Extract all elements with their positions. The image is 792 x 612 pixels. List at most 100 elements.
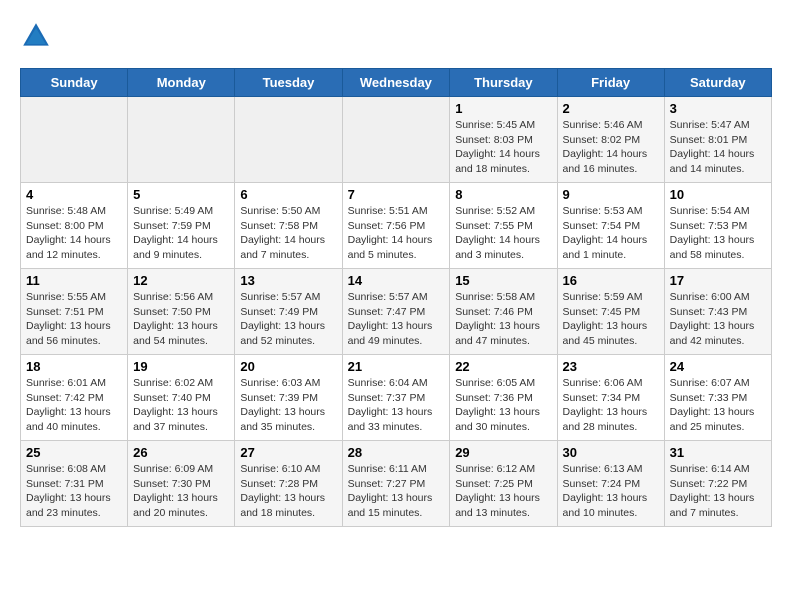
calendar-cell: 23 Sunrise: 6:06 AM Sunset: 7:34 PM Dayli… <box>557 355 664 441</box>
day-info: Sunrise: 6:06 AM Sunset: 7:34 PM Dayligh… <box>563 376 659 435</box>
weekday-header-friday: Friday <box>557 69 664 97</box>
day-number: 17 <box>670 273 766 288</box>
calendar-cell: 18 Sunrise: 6:01 AM Sunset: 7:42 PM Dayli… <box>21 355 128 441</box>
weekday-header-thursday: Thursday <box>450 69 557 97</box>
day-number: 2 <box>563 101 659 116</box>
day-info: Sunrise: 5:57 AM Sunset: 7:47 PM Dayligh… <box>348 290 445 349</box>
weekday-header-row: SundayMondayTuesdayWednesdayThursdayFrid… <box>21 69 772 97</box>
logo-icon <box>20 20 52 52</box>
calendar-cell: 2 Sunrise: 5:46 AM Sunset: 8:02 PM Daylig… <box>557 97 664 183</box>
day-info: Sunrise: 5:52 AM Sunset: 7:55 PM Dayligh… <box>455 204 551 263</box>
day-number: 10 <box>670 187 766 202</box>
week-row-5: 25Sunrise: 6:08 AM Sunset: 7:31 PM Dayli… <box>21 441 772 527</box>
calendar-cell: 21 Sunrise: 6:04 AM Sunset: 7:37 PM Dayli… <box>342 355 450 441</box>
day-info: Sunrise: 6:10 AM Sunset: 7:28 PM Dayligh… <box>240 462 336 521</box>
day-number: 5 <box>133 187 229 202</box>
logo <box>20 20 56 52</box>
calendar-cell: 24Sunrise: 6:07 AM Sunset: 7:33 PM Dayli… <box>664 355 771 441</box>
calendar-cell: 11Sunrise: 5:55 AM Sunset: 7:51 PM Dayli… <box>21 269 128 355</box>
day-number: 16 <box>563 273 659 288</box>
calendar-cell: 9 Sunrise: 5:53 AM Sunset: 7:54 PM Daylig… <box>557 183 664 269</box>
day-number: 18 <box>26 359 122 374</box>
calendar-cell: 16 Sunrise: 5:59 AM Sunset: 7:45 PM Dayli… <box>557 269 664 355</box>
day-number: 3 <box>670 101 766 116</box>
day-info: Sunrise: 6:11 AM Sunset: 7:27 PM Dayligh… <box>348 462 445 521</box>
calendar-table: SundayMondayTuesdayWednesdayThursdayFrid… <box>20 68 772 527</box>
day-number: 24 <box>670 359 766 374</box>
week-row-3: 11Sunrise: 5:55 AM Sunset: 7:51 PM Dayli… <box>21 269 772 355</box>
calendar-cell: 20Sunrise: 6:03 AM Sunset: 7:39 PM Dayli… <box>235 355 342 441</box>
day-info: Sunrise: 5:56 AM Sunset: 7:50 PM Dayligh… <box>133 290 229 349</box>
day-info: Sunrise: 5:49 AM Sunset: 7:59 PM Dayligh… <box>133 204 229 263</box>
day-info: Sunrise: 5:45 AM Sunset: 8:03 PM Dayligh… <box>455 118 551 177</box>
day-info: Sunrise: 6:12 AM Sunset: 7:25 PM Dayligh… <box>455 462 551 521</box>
week-row-2: 4 Sunrise: 5:48 AM Sunset: 8:00 PM Daylig… <box>21 183 772 269</box>
day-info: Sunrise: 6:05 AM Sunset: 7:36 PM Dayligh… <box>455 376 551 435</box>
day-info: Sunrise: 5:53 AM Sunset: 7:54 PM Dayligh… <box>563 204 659 263</box>
calendar-cell: 29 Sunrise: 6:12 AM Sunset: 7:25 PM Dayli… <box>450 441 557 527</box>
weekday-header-sunday: Sunday <box>21 69 128 97</box>
calendar-cell: 8Sunrise: 5:52 AM Sunset: 7:55 PM Daylig… <box>450 183 557 269</box>
day-info: Sunrise: 6:02 AM Sunset: 7:40 PM Dayligh… <box>133 376 229 435</box>
day-number: 29 <box>455 445 551 460</box>
calendar-cell: 1 Sunrise: 5:45 AM Sunset: 8:03 PM Daylig… <box>450 97 557 183</box>
calendar-cell: 10 Sunrise: 5:54 AM Sunset: 7:53 PM Dayli… <box>664 183 771 269</box>
day-info: Sunrise: 6:01 AM Sunset: 7:42 PM Dayligh… <box>26 376 122 435</box>
calendar-cell: 7 Sunrise: 5:51 AM Sunset: 7:56 PM Daylig… <box>342 183 450 269</box>
day-number: 6 <box>240 187 336 202</box>
day-number: 15 <box>455 273 551 288</box>
day-info: Sunrise: 6:13 AM Sunset: 7:24 PM Dayligh… <box>563 462 659 521</box>
day-number: 25 <box>26 445 122 460</box>
day-info: Sunrise: 5:47 AM Sunset: 8:01 PM Dayligh… <box>670 118 766 177</box>
day-number: 4 <box>26 187 122 202</box>
day-info: Sunrise: 6:03 AM Sunset: 7:39 PM Dayligh… <box>240 376 336 435</box>
calendar-cell: 12 Sunrise: 5:56 AM Sunset: 7:50 PM Dayli… <box>128 269 235 355</box>
calendar-cell: 6 Sunrise: 5:50 AM Sunset: 7:58 PM Daylig… <box>235 183 342 269</box>
day-info: Sunrise: 5:59 AM Sunset: 7:45 PM Dayligh… <box>563 290 659 349</box>
day-number: 22 <box>455 359 551 374</box>
day-number: 23 <box>563 359 659 374</box>
day-number: 1 <box>455 101 551 116</box>
day-number: 26 <box>133 445 229 460</box>
day-number: 19 <box>133 359 229 374</box>
calendar-cell: 14 Sunrise: 5:57 AM Sunset: 7:47 PM Dayli… <box>342 269 450 355</box>
weekday-header-tuesday: Tuesday <box>235 69 342 97</box>
calendar-cell <box>21 97 128 183</box>
calendar-cell: 31 Sunrise: 6:14 AM Sunset: 7:22 PM Dayli… <box>664 441 771 527</box>
day-number: 21 <box>348 359 445 374</box>
week-row-1: 1 Sunrise: 5:45 AM Sunset: 8:03 PM Daylig… <box>21 97 772 183</box>
calendar-cell: 13 Sunrise: 5:57 AM Sunset: 7:49 PM Dayli… <box>235 269 342 355</box>
calendar-cell: 19 Sunrise: 6:02 AM Sunset: 7:40 PM Dayli… <box>128 355 235 441</box>
calendar-cell: 4 Sunrise: 5:48 AM Sunset: 8:00 PM Daylig… <box>21 183 128 269</box>
day-number: 7 <box>348 187 445 202</box>
calendar-cell: 26 Sunrise: 6:09 AM Sunset: 7:30 PM Dayli… <box>128 441 235 527</box>
calendar-cell: 17 Sunrise: 6:00 AM Sunset: 7:43 PM Dayli… <box>664 269 771 355</box>
day-info: Sunrise: 5:46 AM Sunset: 8:02 PM Dayligh… <box>563 118 659 177</box>
day-number: 14 <box>348 273 445 288</box>
day-number: 31 <box>670 445 766 460</box>
day-info: Sunrise: 5:58 AM Sunset: 7:46 PM Dayligh… <box>455 290 551 349</box>
day-info: Sunrise: 6:00 AM Sunset: 7:43 PM Dayligh… <box>670 290 766 349</box>
day-info: Sunrise: 6:04 AM Sunset: 7:37 PM Dayligh… <box>348 376 445 435</box>
day-number: 27 <box>240 445 336 460</box>
calendar-cell: 22 Sunrise: 6:05 AM Sunset: 7:36 PM Dayli… <box>450 355 557 441</box>
day-number: 9 <box>563 187 659 202</box>
day-info: Sunrise: 5:50 AM Sunset: 7:58 PM Dayligh… <box>240 204 336 263</box>
calendar-cell: 5 Sunrise: 5:49 AM Sunset: 7:59 PM Daylig… <box>128 183 235 269</box>
day-number: 13 <box>240 273 336 288</box>
day-number: 12 <box>133 273 229 288</box>
day-info: Sunrise: 6:09 AM Sunset: 7:30 PM Dayligh… <box>133 462 229 521</box>
day-info: Sunrise: 5:48 AM Sunset: 8:00 PM Dayligh… <box>26 204 122 263</box>
day-info: Sunrise: 5:57 AM Sunset: 7:49 PM Dayligh… <box>240 290 336 349</box>
weekday-header-saturday: Saturday <box>664 69 771 97</box>
calendar-body: 1 Sunrise: 5:45 AM Sunset: 8:03 PM Daylig… <box>21 97 772 527</box>
weekday-header-wednesday: Wednesday <box>342 69 450 97</box>
day-info: Sunrise: 5:54 AM Sunset: 7:53 PM Dayligh… <box>670 204 766 263</box>
calendar-cell <box>235 97 342 183</box>
day-info: Sunrise: 5:51 AM Sunset: 7:56 PM Dayligh… <box>348 204 445 263</box>
day-number: 28 <box>348 445 445 460</box>
day-info: Sunrise: 6:14 AM Sunset: 7:22 PM Dayligh… <box>670 462 766 521</box>
calendar-cell: 28 Sunrise: 6:11 AM Sunset: 7:27 PM Dayli… <box>342 441 450 527</box>
day-number: 11 <box>26 273 122 288</box>
calendar-cell <box>342 97 450 183</box>
